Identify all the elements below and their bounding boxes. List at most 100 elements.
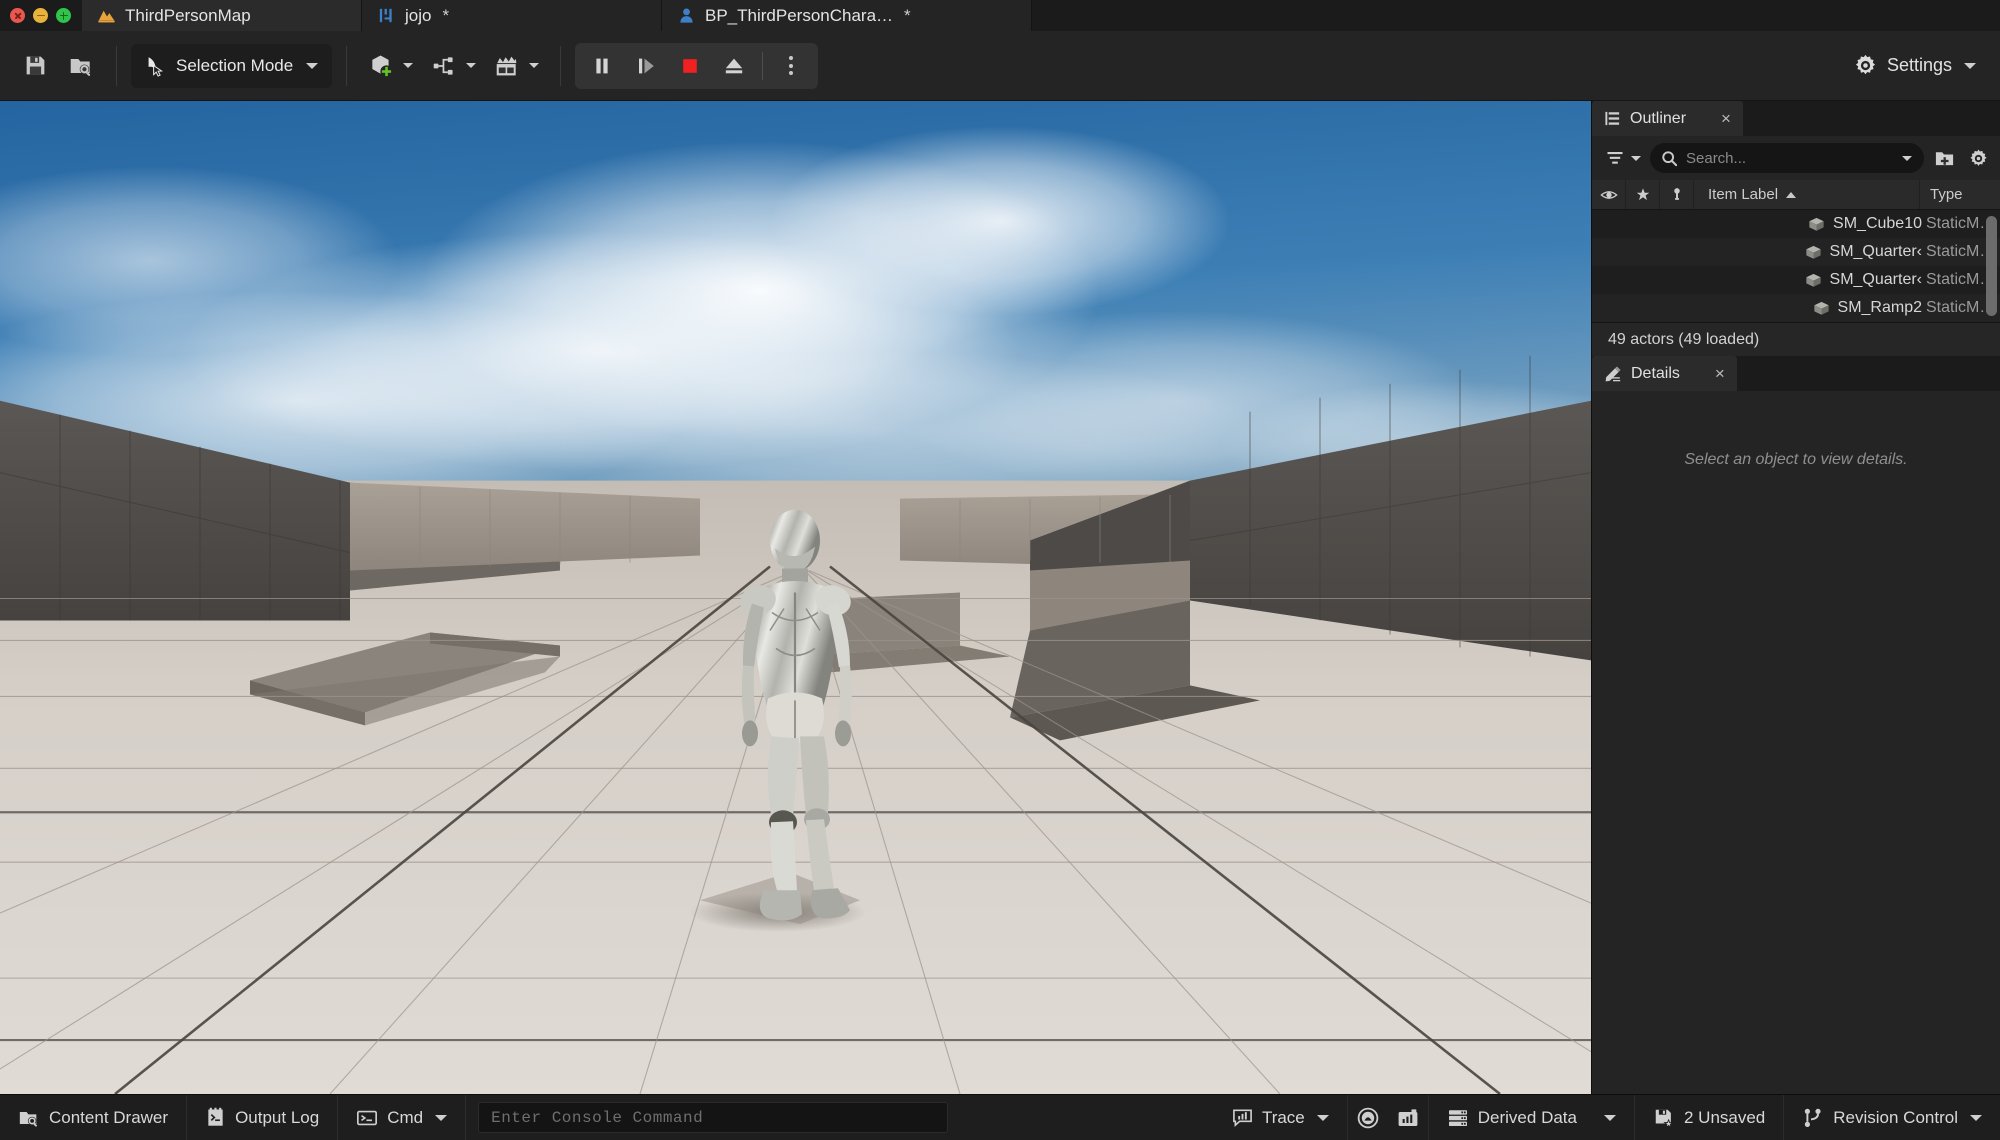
unsaved-changes-button[interactable]: 2 Unsaved [1635, 1095, 1784, 1140]
outliner-search-input[interactable] [1686, 150, 1891, 167]
close-outliner-icon[interactable]: × [1721, 110, 1731, 127]
chevron-down-icon [1631, 156, 1641, 161]
eject-button[interactable] [713, 46, 755, 86]
selection-mode-dropdown[interactable]: Selection Mode [131, 44, 332, 88]
gear-icon [1853, 53, 1878, 78]
create-tools-group [361, 45, 546, 87]
outliner-tab-label: Outliner [1630, 110, 1686, 128]
details-tab-row: Details × [1592, 356, 2000, 391]
row-label-cell: SM_Quarter‹ [1804, 243, 1922, 262]
console-command-input[interactable] [491, 1109, 935, 1127]
details-panel: Details × Select an object to view detai… [1592, 356, 2000, 1094]
tab-modified-marker: * [442, 6, 449, 26]
kebab-menu-icon [789, 56, 793, 75]
chevron-down-icon [1970, 1115, 1982, 1121]
content-drawer-button[interactable]: Content Drawer [0, 1095, 187, 1140]
console-prompt-icon [356, 1107, 378, 1129]
output-log-icon [205, 1107, 226, 1128]
level-map-icon [96, 6, 116, 26]
toolbar-divider-2 [346, 46, 347, 86]
outliner-settings-button[interactable] [1964, 144, 1992, 172]
tab-label: ThirdPersonMap [125, 6, 251, 26]
selection-mode-label: Selection Mode [176, 56, 293, 76]
cmd-label: Cmd [387, 1108, 423, 1128]
outliner-search-box[interactable] [1650, 143, 1924, 173]
tab-label: BP_ThirdPersonChara… [705, 6, 893, 26]
tab-details[interactable]: Details × [1592, 356, 1737, 391]
main-toolbar: Selection Mode [0, 31, 2000, 101]
screenshot-stats-button[interactable] [1388, 1095, 1428, 1140]
revision-control-button[interactable]: Revision Control [1784, 1095, 2000, 1140]
outliner-filter-button[interactable] [1602, 145, 1644, 171]
tab-thirdpersonmap[interactable]: ThirdPersonMap [82, 0, 362, 31]
performance-gauge-icon [1356, 1106, 1380, 1130]
chevron-down-icon [435, 1115, 447, 1121]
chevron-down-icon[interactable] [1902, 156, 1912, 161]
close-details-icon[interactable]: × [1715, 365, 1725, 382]
add-folder-button[interactable] [1930, 144, 1958, 172]
column-pin[interactable] [1660, 180, 1694, 209]
cursor-select-icon [144, 55, 166, 77]
pin-icon [1669, 187, 1685, 203]
editor-body: Outliner × [0, 101, 2000, 1094]
right-dock: Outliner × [1591, 101, 2000, 1094]
tab-outliner[interactable]: Outliner × [1592, 101, 1743, 136]
table-row[interactable]: SM_Ramp2 StaticM… [1592, 294, 2000, 322]
play-options-button[interactable] [770, 46, 812, 86]
outliner-scrollbar-thumb[interactable] [1986, 216, 1997, 316]
tab-modified-marker: * [904, 6, 911, 26]
pause-button[interactable] [581, 46, 623, 86]
play-group-divider [762, 52, 763, 80]
search-icon [1661, 150, 1678, 167]
minimize-window-button[interactable] [33, 8, 48, 23]
create-actor-button[interactable] [361, 45, 420, 87]
cmd-button[interactable]: Cmd [338, 1095, 466, 1140]
settings-button[interactable]: Settings [1839, 44, 1990, 88]
window-controls[interactable] [0, 0, 82, 31]
stop-button[interactable] [669, 46, 711, 86]
status-bar: Content Drawer Output Log [0, 1094, 2000, 1140]
row-label: SM_Cube10 [1833, 215, 1922, 233]
column-visibility[interactable] [1592, 180, 1626, 209]
output-log-button[interactable]: Output Log [187, 1095, 338, 1140]
column-item-label[interactable]: Item Label [1694, 180, 1920, 209]
sort-ascending-icon [1786, 192, 1796, 198]
trace-button[interactable]: Trace [1214, 1095, 1348, 1140]
tab-jojo[interactable]: jojo * [362, 0, 662, 31]
stats-camera-icon [1396, 1106, 1420, 1130]
details-pencil-icon [1604, 365, 1622, 383]
character-blueprint-icon [676, 6, 696, 26]
close-window-button[interactable] [10, 8, 25, 23]
column-type[interactable]: Type [1920, 180, 2000, 209]
save-button[interactable] [14, 45, 56, 87]
eye-icon [1600, 186, 1618, 204]
derived-data-icon [1447, 1107, 1469, 1129]
blueprints-button[interactable] [424, 45, 483, 87]
performance-monitor-button[interactable] [1348, 1095, 1388, 1140]
row-label: SM_Quarter‹ [1830, 271, 1922, 289]
maximize-window-button[interactable] [56, 8, 71, 23]
chevron-down-icon [1604, 1115, 1616, 1121]
tab-bp-thirdpersoncharacter[interactable]: BP_ThirdPersonChara… * [662, 0, 1032, 31]
console-command-field[interactable] [478, 1102, 948, 1133]
details-tab-label: Details [1631, 365, 1680, 383]
browse-button[interactable] [60, 45, 102, 87]
outliner-list[interactable]: SM_Cube10 StaticM… S [1592, 210, 2000, 322]
derived-data-button[interactable]: Derived Data [1429, 1095, 1635, 1140]
table-row[interactable]: SM_Quarter‹ StaticM… [1592, 238, 2000, 266]
column-item-label-text: Item Label [1708, 186, 1778, 203]
column-favorite[interactable] [1626, 180, 1660, 209]
file-tools-group [14, 45, 102, 87]
titlebar-drag-area [1032, 0, 2000, 31]
level-viewport[interactable] [0, 101, 1591, 1094]
actor-count-status: 49 actors (49 loaded) [1592, 322, 2000, 356]
row-label: SM_Quarter‹ [1830, 243, 1922, 261]
table-row[interactable]: SM_Quarter‹ StaticM… [1592, 266, 2000, 294]
output-log-label: Output Log [235, 1108, 319, 1128]
outliner-icon [1604, 110, 1621, 127]
toolbar-divider-1 [116, 46, 117, 86]
table-row[interactable]: SM_Cube10 StaticM… [1592, 210, 2000, 238]
cinematics-button[interactable] [487, 45, 546, 87]
row-label-cell: SM_Quarter‹ [1804, 271, 1922, 290]
skip-frame-button[interactable] [625, 46, 667, 86]
